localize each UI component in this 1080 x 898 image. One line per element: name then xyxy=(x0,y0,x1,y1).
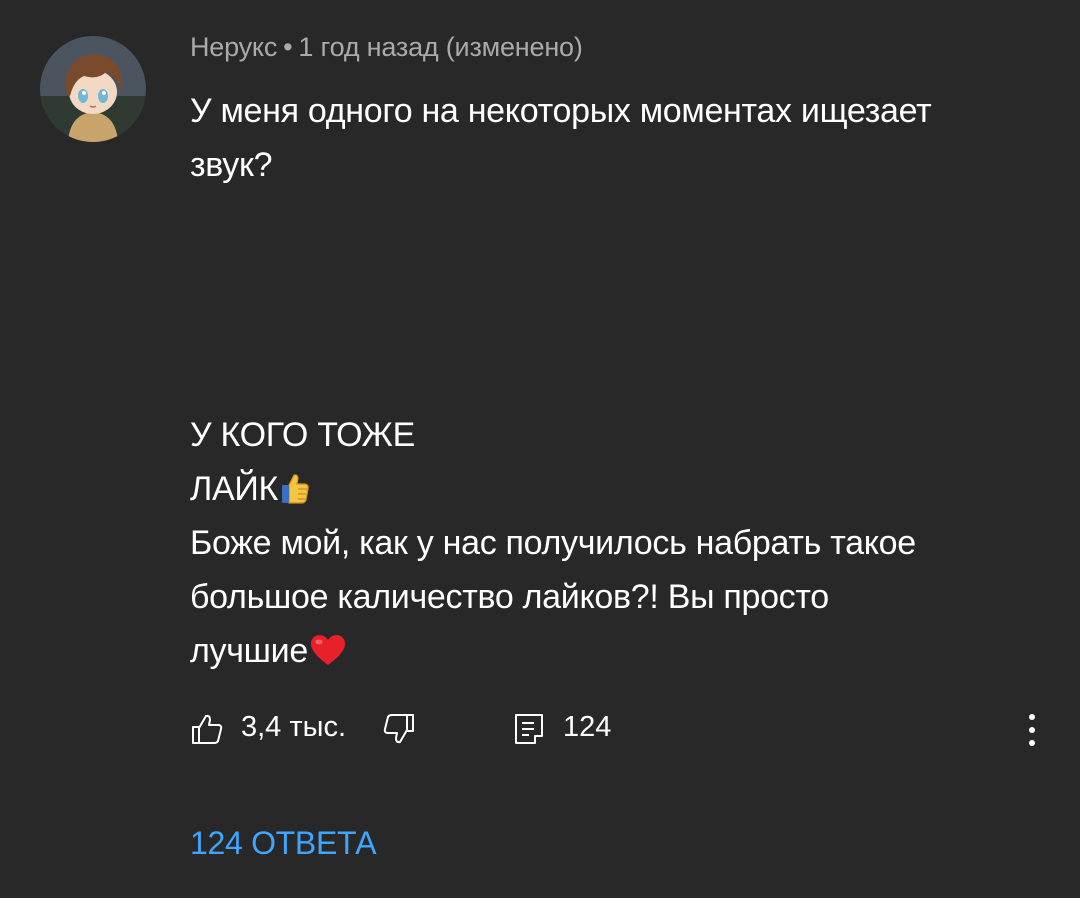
timestamp[interactable]: 1 год назад xyxy=(298,32,438,62)
comment-line: У КОГО ТОЖЕ xyxy=(190,416,416,454)
comment: Нерукс • 1 год назад (изменено) У меня одн… xyxy=(0,0,1080,898)
comment-line: У меня одного на некоторых моментах ищез… xyxy=(190,92,932,130)
comment-line: звук? xyxy=(190,146,273,184)
meta-separator: • xyxy=(283,32,293,62)
author-name[interactable]: Нерукс xyxy=(190,32,277,62)
like-count: 3,4 тыс. xyxy=(241,711,347,743)
view-replies-button[interactable]: 124 ОТВЕТА xyxy=(190,825,377,862)
comment-line: Боже мой, как у нас получилось набрать т… xyxy=(190,524,916,562)
red-heart-emoji-icon xyxy=(310,628,346,682)
comment-line-with-emoji: лучшие xyxy=(190,624,1040,678)
comment-line-with-emoji: ЛАЙК xyxy=(190,462,1040,516)
thumb-down-icon[interactable] xyxy=(382,712,416,746)
comment-line: лучшие xyxy=(190,632,308,670)
reply-count: 124 xyxy=(563,711,612,743)
more-vertical-icon[interactable] xyxy=(1014,708,1050,752)
thumbs-up-emoji-icon xyxy=(280,466,310,520)
comment-line: большое каличество лайков?! Вы просто xyxy=(190,578,829,616)
edited-label: (изменено) xyxy=(445,32,583,62)
comment-icon[interactable] xyxy=(512,712,546,746)
comment-meta: Нерукс • 1 год назад (изменено) xyxy=(190,32,583,63)
comment-text: У меня одного на некоторых моментах ищез… xyxy=(190,84,1040,678)
avatar[interactable] xyxy=(40,36,146,142)
comment-line: ЛАЙК xyxy=(190,470,279,508)
comment-actions: 3,4 тыс. 124 xyxy=(0,700,1080,760)
thumb-up-icon[interactable] xyxy=(190,712,224,746)
